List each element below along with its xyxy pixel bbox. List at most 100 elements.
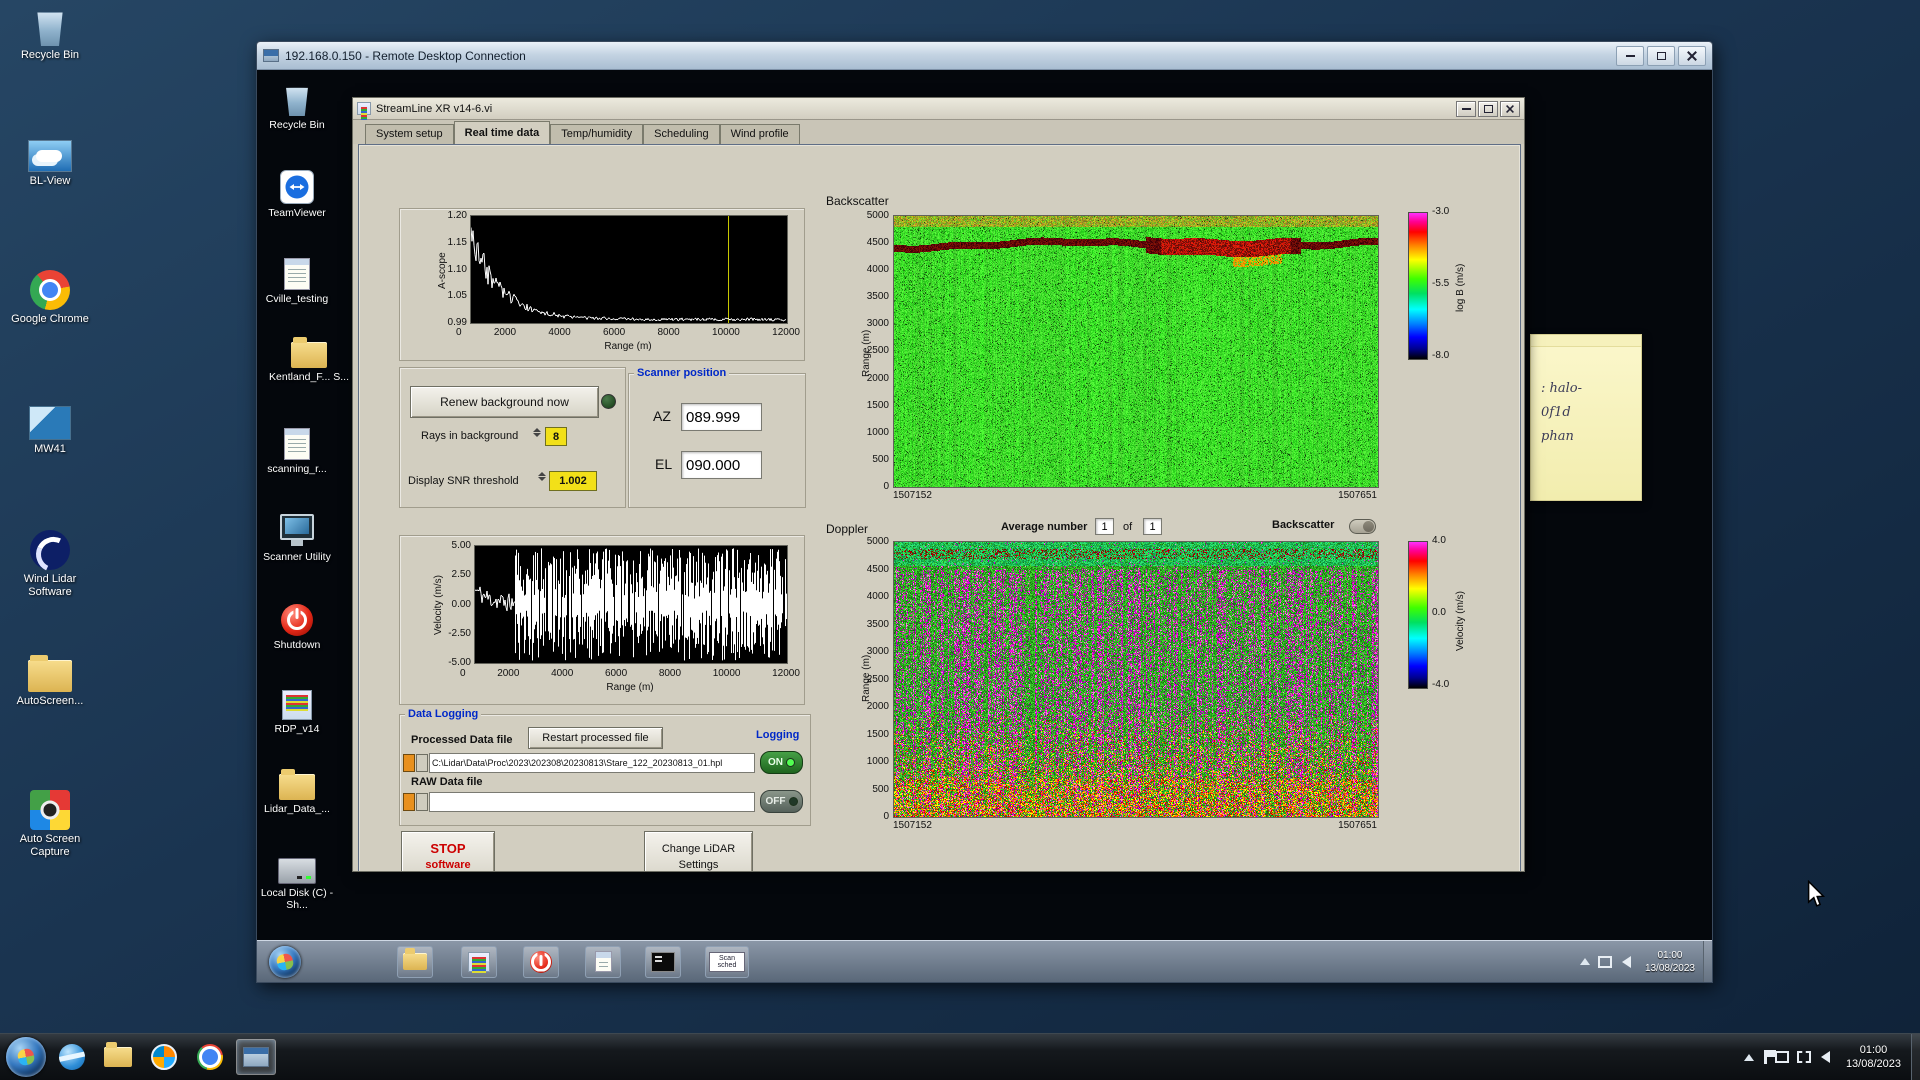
scanner-position-group: Scanner position xyxy=(628,367,806,508)
notepad-icon xyxy=(284,258,310,290)
ascope-ytick: 1.10 xyxy=(447,263,467,275)
remote-icon-cville-testing[interactable]: Cville_testing xyxy=(259,258,335,305)
processed-path-field[interactable]: C:\Lidar\Data\Proc\2023\202308\20230813\… xyxy=(429,753,755,773)
tray-action-center-icon[interactable] xyxy=(1763,1050,1776,1064)
recycle-bin-icon xyxy=(37,12,63,46)
show-desktop-button[interactable] xyxy=(1911,1034,1920,1080)
tab-wind-profile[interactable]: Wind profile xyxy=(719,124,800,144)
remote-icon-scanning-r[interactable]: scanning_r... xyxy=(259,428,335,475)
doppler-heatmap xyxy=(893,541,1379,818)
host-clock[interactable]: 01:00 13/08/2023 xyxy=(1846,1043,1901,1072)
change-lidar-sublabel: Settings xyxy=(678,859,719,871)
backscatter-ytick: 4000 xyxy=(866,264,889,276)
remote-icon-teamviewer[interactable]: TeamViewer xyxy=(259,170,335,219)
change-lidar-settings-button[interactable]: Change LiDAR Settings xyxy=(644,831,753,871)
snr-spinner[interactable] xyxy=(537,472,547,481)
backscatter-ytick: 1000 xyxy=(866,426,889,438)
az-value-field[interactable]: 089.999 xyxy=(681,403,762,431)
remote-icon-lidar-data[interactable]: Lidar_Data_... xyxy=(259,769,335,815)
app-close-button[interactable] xyxy=(1500,100,1520,117)
rdp-titlebar[interactable]: 192.168.0.150 - Remote Desktop Connectio… xyxy=(257,42,1712,70)
rays-spinner[interactable] xyxy=(532,428,542,437)
remote-icon-rdp-v14[interactable]: RDP_v14 xyxy=(259,690,335,735)
remote-taskbar: Scan sched 01:00 13/08/2023 xyxy=(257,940,1712,982)
sticky-note[interactable]: : halo- 0f1d phan xyxy=(1530,334,1642,501)
rays-value-field[interactable]: 8 xyxy=(545,427,567,446)
restart-processed-file-button[interactable]: Restart processed file xyxy=(528,727,663,749)
remote-tray-volume-icon[interactable] xyxy=(1621,955,1631,968)
average-number-field[interactable]: 1 xyxy=(1095,518,1114,535)
rdp-maximize-button[interactable] xyxy=(1647,45,1675,66)
remote-taskbar-app[interactable] xyxy=(461,945,497,978)
taskbar-media-player[interactable] xyxy=(144,1039,184,1075)
path-drive-icon[interactable] xyxy=(403,754,415,772)
app-maximize-button[interactable] xyxy=(1478,100,1498,117)
rdp-minimize-button[interactable] xyxy=(1616,45,1644,66)
taskbar-ie[interactable] xyxy=(52,1039,92,1075)
app-titlebar[interactable]: StreamLine XR v14-6.vi xyxy=(353,98,1524,123)
desktop-icon-wind-lidar[interactable]: Wind Lidar Software xyxy=(4,530,96,598)
taskbar-explorer[interactable] xyxy=(98,1039,138,1075)
stop-software-button[interactable]: STOP software xyxy=(401,831,495,871)
remote-clock-date: 13/08/2023 xyxy=(1644,962,1695,974)
remote-icon-scanner-utility[interactable]: Scanner Utility xyxy=(259,514,335,563)
el-value-field[interactable]: 090.000 xyxy=(681,451,762,479)
doppler-ytick: 0 xyxy=(883,811,889,822)
tab-real-time-data[interactable]: Real time data xyxy=(453,121,551,144)
snr-value-field[interactable]: 1.002 xyxy=(549,471,597,491)
desktop-icon-auto-screen-capture[interactable]: Auto Screen Capture xyxy=(4,790,96,858)
tray-network-icon[interactable] xyxy=(1796,1051,1811,1063)
mouse-cursor xyxy=(1807,880,1826,907)
desktop-icon-recycle-bin[interactable]: Recycle Bin xyxy=(4,8,96,62)
remote-show-desktop-button[interactable] xyxy=(1703,941,1712,982)
remote-icon-kentland[interactable]: Kentland_F... S... xyxy=(259,337,359,383)
maximize-icon xyxy=(1656,51,1666,60)
icon-label: Kentland_F... S... xyxy=(269,371,349,383)
doppler-ytick: 5000 xyxy=(866,536,889,547)
desktop-icon-google-chrome[interactable]: Google Chrome xyxy=(4,270,96,326)
velocity-ytick: 0.00 xyxy=(451,598,471,610)
power-icon xyxy=(281,604,313,636)
backscatter-toggle-switch[interactable] xyxy=(1349,519,1376,534)
tray-display-icon[interactable] xyxy=(1774,1051,1789,1063)
remote-tray-monitor-icon[interactable] xyxy=(1597,955,1612,968)
remote-taskbar-scan-sched[interactable]: Scan sched xyxy=(705,945,749,978)
remote-icon-shutdown[interactable]: Shutdown xyxy=(259,604,335,651)
path-browse-icon[interactable] xyxy=(416,754,428,772)
rdp-close-button[interactable] xyxy=(1678,45,1706,66)
desktop-icon-bl-view[interactable]: BL-View xyxy=(4,140,96,188)
remote-clock[interactable]: 01:00 13/08/2023 xyxy=(1645,949,1695,975)
tray-volume-icon[interactable] xyxy=(1820,1051,1830,1063)
velocity-ytick: 5.00 xyxy=(451,540,471,551)
path-drive-icon[interactable] xyxy=(403,793,415,811)
logging-on-toggle[interactable]: ON xyxy=(760,751,803,774)
remote-start-button[interactable] xyxy=(269,945,301,978)
average-count-field[interactable]: 1 xyxy=(1143,518,1162,535)
app-minimize-button[interactable] xyxy=(1456,100,1476,117)
tray-expand-icon[interactable] xyxy=(1743,1053,1754,1061)
tab-system-setup[interactable]: System setup xyxy=(365,124,454,144)
remote-taskbar-console[interactable] xyxy=(645,945,681,978)
labview-app-icon xyxy=(357,102,371,123)
remote-tray-expand-icon[interactable] xyxy=(1579,958,1590,965)
remote-icon-recycle-bin[interactable]: Recycle Bin xyxy=(259,84,335,131)
host-clock-time: 01:00 xyxy=(1859,1043,1888,1056)
backscatter-ytick: 3500 xyxy=(866,291,889,303)
tab-temp-humidity[interactable]: Temp/humidity xyxy=(550,124,644,144)
desktop-icon-mw41[interactable]: MW41 xyxy=(4,406,96,456)
taskbar-rdp-active[interactable] xyxy=(236,1039,276,1075)
remote-taskbar-document[interactable] xyxy=(585,945,621,978)
remote-taskbar-shutdown[interactable] xyxy=(523,945,559,978)
remote-icon-local-disk[interactable]: Local Disk (C) - Sh... xyxy=(259,858,335,911)
taskbar-chrome[interactable] xyxy=(190,1039,230,1075)
backscatter-colorbar xyxy=(1408,212,1428,360)
raw-path-field[interactable] xyxy=(429,792,755,812)
off-label: OFF xyxy=(765,796,786,807)
desktop-icon-autoscreen[interactable]: AutoScreen... xyxy=(4,655,96,708)
start-button[interactable] xyxy=(6,1037,46,1077)
path-browse-icon[interactable] xyxy=(416,793,428,811)
renew-background-button[interactable]: Renew background now xyxy=(410,386,599,418)
tab-scheduling[interactable]: Scheduling xyxy=(643,124,720,144)
remote-taskbar-explorer[interactable] xyxy=(397,945,433,978)
raw-logging-off-toggle[interactable]: OFF xyxy=(760,790,803,813)
